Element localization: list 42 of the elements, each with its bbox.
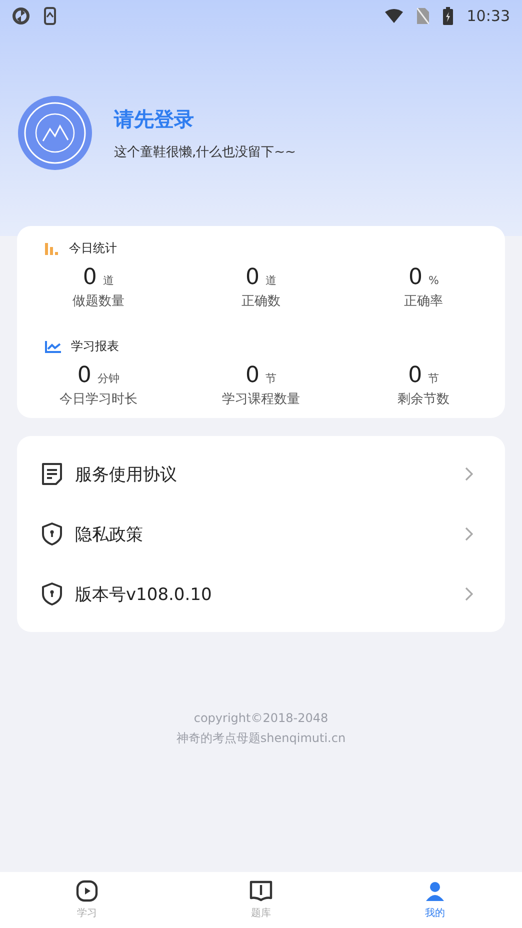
book-icon [249, 880, 273, 902]
bar-chart-icon [45, 242, 59, 254]
stat-value: 0 [245, 265, 260, 290]
no-sim-icon [416, 8, 429, 24]
stat-label: 今日学习时长 [59, 391, 138, 408]
stat-value: 0 [77, 363, 92, 388]
footer-text: copyright©2018-2048 [194, 710, 328, 727]
profile-bio: 这个童鞋很懒,什么也没留下~~ [114, 144, 296, 160]
stat-unit: % [428, 274, 439, 287]
tab[interactable]: 题库 [174, 872, 348, 928]
line-chart-icon [45, 340, 61, 352]
sync-icon [12, 7, 30, 25]
menu-item[interactable]: 隐私政策 [17, 504, 505, 564]
login-prompt[interactable]: 请先登录 [114, 106, 194, 132]
stat-value: 0 [82, 265, 97, 290]
stat-unit: 节 [265, 371, 276, 386]
menu-item[interactable]: 版本号v108.0.10 [17, 564, 505, 624]
battery-icon [442, 7, 453, 25]
avatar-logo-icon[interactable] [18, 96, 92, 170]
section-title: 今日统计 [69, 240, 117, 257]
stat-unit: 分钟 [97, 371, 120, 386]
wifi-icon [384, 9, 403, 23]
stat-label: 正确率 [404, 293, 444, 310]
menu-item[interactable]: 服务使用协议 [17, 444, 505, 504]
phone-icon [44, 7, 56, 25]
stat-value: 0 [408, 363, 422, 388]
stat-unit: 道 [265, 273, 276, 288]
clock-time: 10:33 [466, 7, 510, 25]
stat-value: 0 [245, 363, 260, 388]
tab[interactable]: 学习 [0, 872, 174, 928]
section-title: 学习报表 [71, 338, 119, 355]
tab[interactable]: 我的 [348, 872, 522, 928]
stat-label: 剩余节数 [398, 391, 450, 408]
play-icon [76, 880, 98, 902]
stat-label: 学习课程数量 [222, 391, 300, 408]
person-icon [424, 880, 446, 902]
stat-label: 做题数量 [72, 293, 124, 310]
stat-value: 0 [408, 265, 422, 290]
stat-unit: 道 [102, 273, 114, 288]
footer-text: 神奇的考点母题shenqimuti.cn [176, 730, 346, 747]
stat-unit: 节 [428, 371, 440, 386]
stat-label: 正确数 [241, 293, 280, 310]
